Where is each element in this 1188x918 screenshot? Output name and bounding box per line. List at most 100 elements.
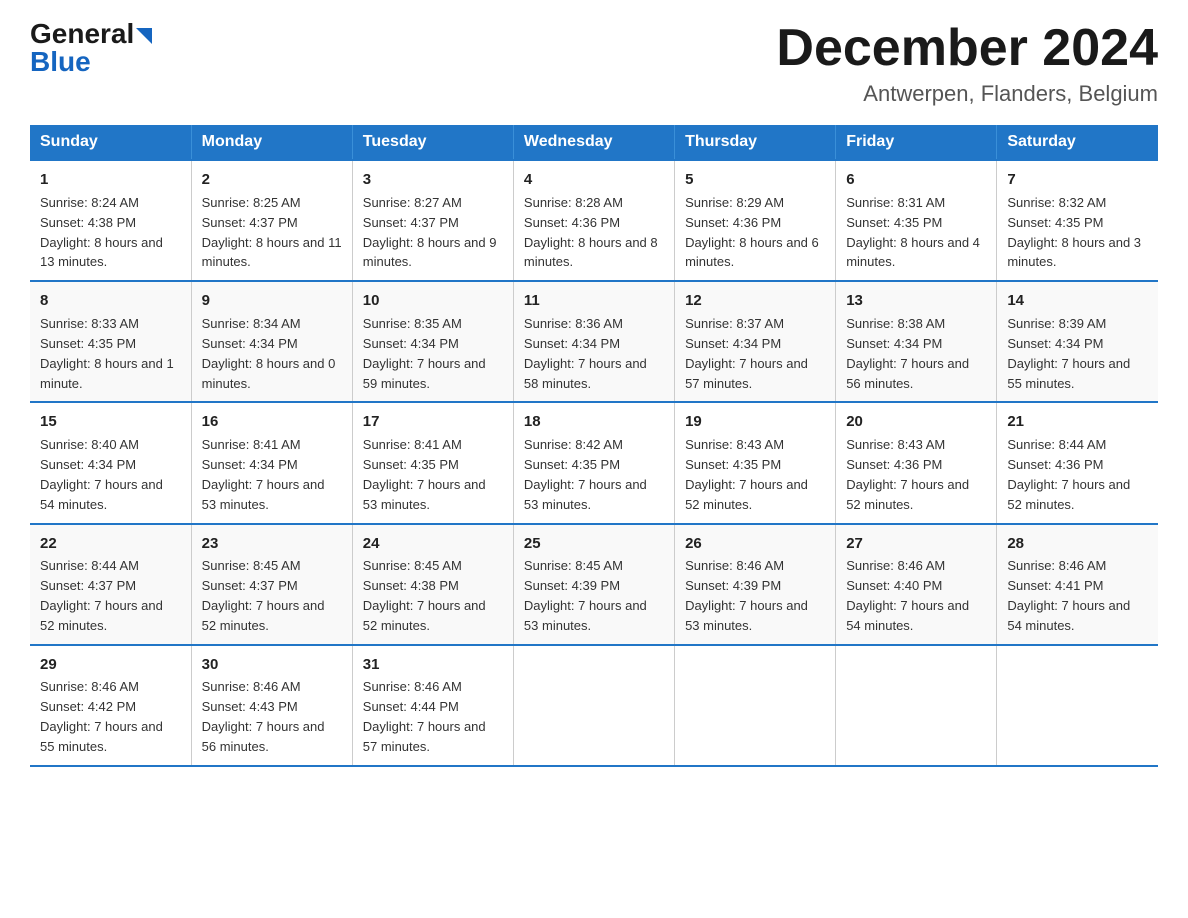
day-info: Sunrise: 8:46 AMSunset: 4:44 PMDaylight:…	[363, 679, 486, 754]
calendar-cell: 17 Sunrise: 8:41 AMSunset: 4:35 PMDaylig…	[352, 402, 513, 523]
day-info: Sunrise: 8:46 AMSunset: 4:42 PMDaylight:…	[40, 679, 163, 754]
day-number: 31	[363, 654, 503, 676]
calendar-cell: 14 Sunrise: 8:39 AMSunset: 4:34 PMDaylig…	[997, 281, 1158, 402]
calendar-week-5: 29 Sunrise: 8:46 AMSunset: 4:42 PMDaylig…	[30, 645, 1158, 766]
calendar-body: 1 Sunrise: 8:24 AMSunset: 4:38 PMDayligh…	[30, 160, 1158, 766]
day-info: Sunrise: 8:44 AMSunset: 4:36 PMDaylight:…	[1007, 437, 1130, 512]
day-number: 26	[685, 533, 825, 555]
day-number: 5	[685, 169, 825, 191]
calendar-cell: 7 Sunrise: 8:32 AMSunset: 4:35 PMDayligh…	[997, 160, 1158, 281]
day-info: Sunrise: 8:41 AMSunset: 4:35 PMDaylight:…	[363, 437, 486, 512]
calendar-cell: 28 Sunrise: 8:46 AMSunset: 4:41 PMDaylig…	[997, 524, 1158, 645]
logo: General Blue	[30, 20, 152, 76]
calendar-week-1: 1 Sunrise: 8:24 AMSunset: 4:38 PMDayligh…	[30, 160, 1158, 281]
day-info: Sunrise: 8:38 AMSunset: 4:34 PMDaylight:…	[846, 316, 969, 391]
day-info: Sunrise: 8:39 AMSunset: 4:34 PMDaylight:…	[1007, 316, 1130, 391]
day-number: 4	[524, 169, 664, 191]
calendar-cell: 12 Sunrise: 8:37 AMSunset: 4:34 PMDaylig…	[675, 281, 836, 402]
calendar-cell	[513, 645, 674, 766]
calendar-cell: 16 Sunrise: 8:41 AMSunset: 4:34 PMDaylig…	[191, 402, 352, 523]
calendar-cell: 13 Sunrise: 8:38 AMSunset: 4:34 PMDaylig…	[836, 281, 997, 402]
calendar-cell: 15 Sunrise: 8:40 AMSunset: 4:34 PMDaylig…	[30, 402, 191, 523]
day-number: 17	[363, 411, 503, 433]
day-info: Sunrise: 8:44 AMSunset: 4:37 PMDaylight:…	[40, 558, 163, 633]
day-info: Sunrise: 8:45 AMSunset: 4:37 PMDaylight:…	[202, 558, 325, 633]
calendar-cell	[675, 645, 836, 766]
calendar-cell: 18 Sunrise: 8:42 AMSunset: 4:35 PMDaylig…	[513, 402, 674, 523]
col-thursday: Thursday	[675, 125, 836, 160]
day-number: 18	[524, 411, 664, 433]
day-number: 2	[202, 169, 342, 191]
calendar-cell: 29 Sunrise: 8:46 AMSunset: 4:42 PMDaylig…	[30, 645, 191, 766]
day-info: Sunrise: 8:28 AMSunset: 4:36 PMDaylight:…	[524, 195, 658, 270]
month-title: December 2024	[776, 20, 1158, 77]
day-number: 29	[40, 654, 181, 676]
day-info: Sunrise: 8:45 AMSunset: 4:38 PMDaylight:…	[363, 558, 486, 633]
calendar-week-4: 22 Sunrise: 8:44 AMSunset: 4:37 PMDaylig…	[30, 524, 1158, 645]
day-info: Sunrise: 8:27 AMSunset: 4:37 PMDaylight:…	[363, 195, 497, 270]
calendar-week-3: 15 Sunrise: 8:40 AMSunset: 4:34 PMDaylig…	[30, 402, 1158, 523]
calendar-cell: 19 Sunrise: 8:43 AMSunset: 4:35 PMDaylig…	[675, 402, 836, 523]
day-info: Sunrise: 8:37 AMSunset: 4:34 PMDaylight:…	[685, 316, 808, 391]
calendar-cell: 26 Sunrise: 8:46 AMSunset: 4:39 PMDaylig…	[675, 524, 836, 645]
day-info: Sunrise: 8:34 AMSunset: 4:34 PMDaylight:…	[202, 316, 336, 391]
day-number: 24	[363, 533, 503, 555]
calendar-week-2: 8 Sunrise: 8:33 AMSunset: 4:35 PMDayligh…	[30, 281, 1158, 402]
location-text: Antwerpen, Flanders, Belgium	[776, 81, 1158, 107]
logo-general-text: General	[30, 20, 134, 48]
calendar-cell: 21 Sunrise: 8:44 AMSunset: 4:36 PMDaylig…	[997, 402, 1158, 523]
calendar-cell: 25 Sunrise: 8:45 AMSunset: 4:39 PMDaylig…	[513, 524, 674, 645]
day-number: 3	[363, 169, 503, 191]
day-info: Sunrise: 8:40 AMSunset: 4:34 PMDaylight:…	[40, 437, 163, 512]
day-number: 15	[40, 411, 181, 433]
day-info: Sunrise: 8:25 AMSunset: 4:37 PMDaylight:…	[202, 195, 342, 270]
calendar-cell: 11 Sunrise: 8:36 AMSunset: 4:34 PMDaylig…	[513, 281, 674, 402]
day-number: 12	[685, 290, 825, 312]
calendar-table: Sunday Monday Tuesday Wednesday Thursday…	[30, 125, 1158, 767]
calendar-header: Sunday Monday Tuesday Wednesday Thursday…	[30, 125, 1158, 160]
day-number: 19	[685, 411, 825, 433]
day-number: 23	[202, 533, 342, 555]
calendar-cell: 27 Sunrise: 8:46 AMSunset: 4:40 PMDaylig…	[836, 524, 997, 645]
calendar-cell: 9 Sunrise: 8:34 AMSunset: 4:34 PMDayligh…	[191, 281, 352, 402]
col-wednesday: Wednesday	[513, 125, 674, 160]
day-info: Sunrise: 8:46 AMSunset: 4:43 PMDaylight:…	[202, 679, 325, 754]
day-number: 22	[40, 533, 181, 555]
day-number: 21	[1007, 411, 1148, 433]
calendar-cell: 5 Sunrise: 8:29 AMSunset: 4:36 PMDayligh…	[675, 160, 836, 281]
day-info: Sunrise: 8:43 AMSunset: 4:35 PMDaylight:…	[685, 437, 808, 512]
day-info: Sunrise: 8:43 AMSunset: 4:36 PMDaylight:…	[846, 437, 969, 512]
calendar-cell	[836, 645, 997, 766]
calendar-cell: 6 Sunrise: 8:31 AMSunset: 4:35 PMDayligh…	[836, 160, 997, 281]
col-friday: Friday	[836, 125, 997, 160]
calendar-cell: 22 Sunrise: 8:44 AMSunset: 4:37 PMDaylig…	[30, 524, 191, 645]
day-number: 11	[524, 290, 664, 312]
calendar-cell: 31 Sunrise: 8:46 AMSunset: 4:44 PMDaylig…	[352, 645, 513, 766]
day-number: 16	[202, 411, 342, 433]
calendar-cell: 23 Sunrise: 8:45 AMSunset: 4:37 PMDaylig…	[191, 524, 352, 645]
day-number: 6	[846, 169, 986, 191]
day-info: Sunrise: 8:45 AMSunset: 4:39 PMDaylight:…	[524, 558, 647, 633]
col-monday: Monday	[191, 125, 352, 160]
day-info: Sunrise: 8:46 AMSunset: 4:39 PMDaylight:…	[685, 558, 808, 633]
calendar-cell: 3 Sunrise: 8:27 AMSunset: 4:37 PMDayligh…	[352, 160, 513, 281]
day-info: Sunrise: 8:36 AMSunset: 4:34 PMDaylight:…	[524, 316, 647, 391]
day-info: Sunrise: 8:29 AMSunset: 4:36 PMDaylight:…	[685, 195, 819, 270]
calendar-cell: 10 Sunrise: 8:35 AMSunset: 4:34 PMDaylig…	[352, 281, 513, 402]
day-info: Sunrise: 8:46 AMSunset: 4:40 PMDaylight:…	[846, 558, 969, 633]
logo-arrow-icon	[136, 28, 152, 44]
day-info: Sunrise: 8:35 AMSunset: 4:34 PMDaylight:…	[363, 316, 486, 391]
calendar-cell: 4 Sunrise: 8:28 AMSunset: 4:36 PMDayligh…	[513, 160, 674, 281]
day-info: Sunrise: 8:31 AMSunset: 4:35 PMDaylight:…	[846, 195, 980, 270]
day-number: 13	[846, 290, 986, 312]
header-row: Sunday Monday Tuesday Wednesday Thursday…	[30, 125, 1158, 160]
day-number: 8	[40, 290, 181, 312]
calendar-cell: 2 Sunrise: 8:25 AMSunset: 4:37 PMDayligh…	[191, 160, 352, 281]
day-number: 9	[202, 290, 342, 312]
col-sunday: Sunday	[30, 125, 191, 160]
calendar-cell: 8 Sunrise: 8:33 AMSunset: 4:35 PMDayligh…	[30, 281, 191, 402]
day-number: 1	[40, 169, 181, 191]
day-number: 7	[1007, 169, 1148, 191]
calendar-cell	[997, 645, 1158, 766]
page-header: General Blue December 2024 Antwerpen, Fl…	[30, 20, 1158, 107]
